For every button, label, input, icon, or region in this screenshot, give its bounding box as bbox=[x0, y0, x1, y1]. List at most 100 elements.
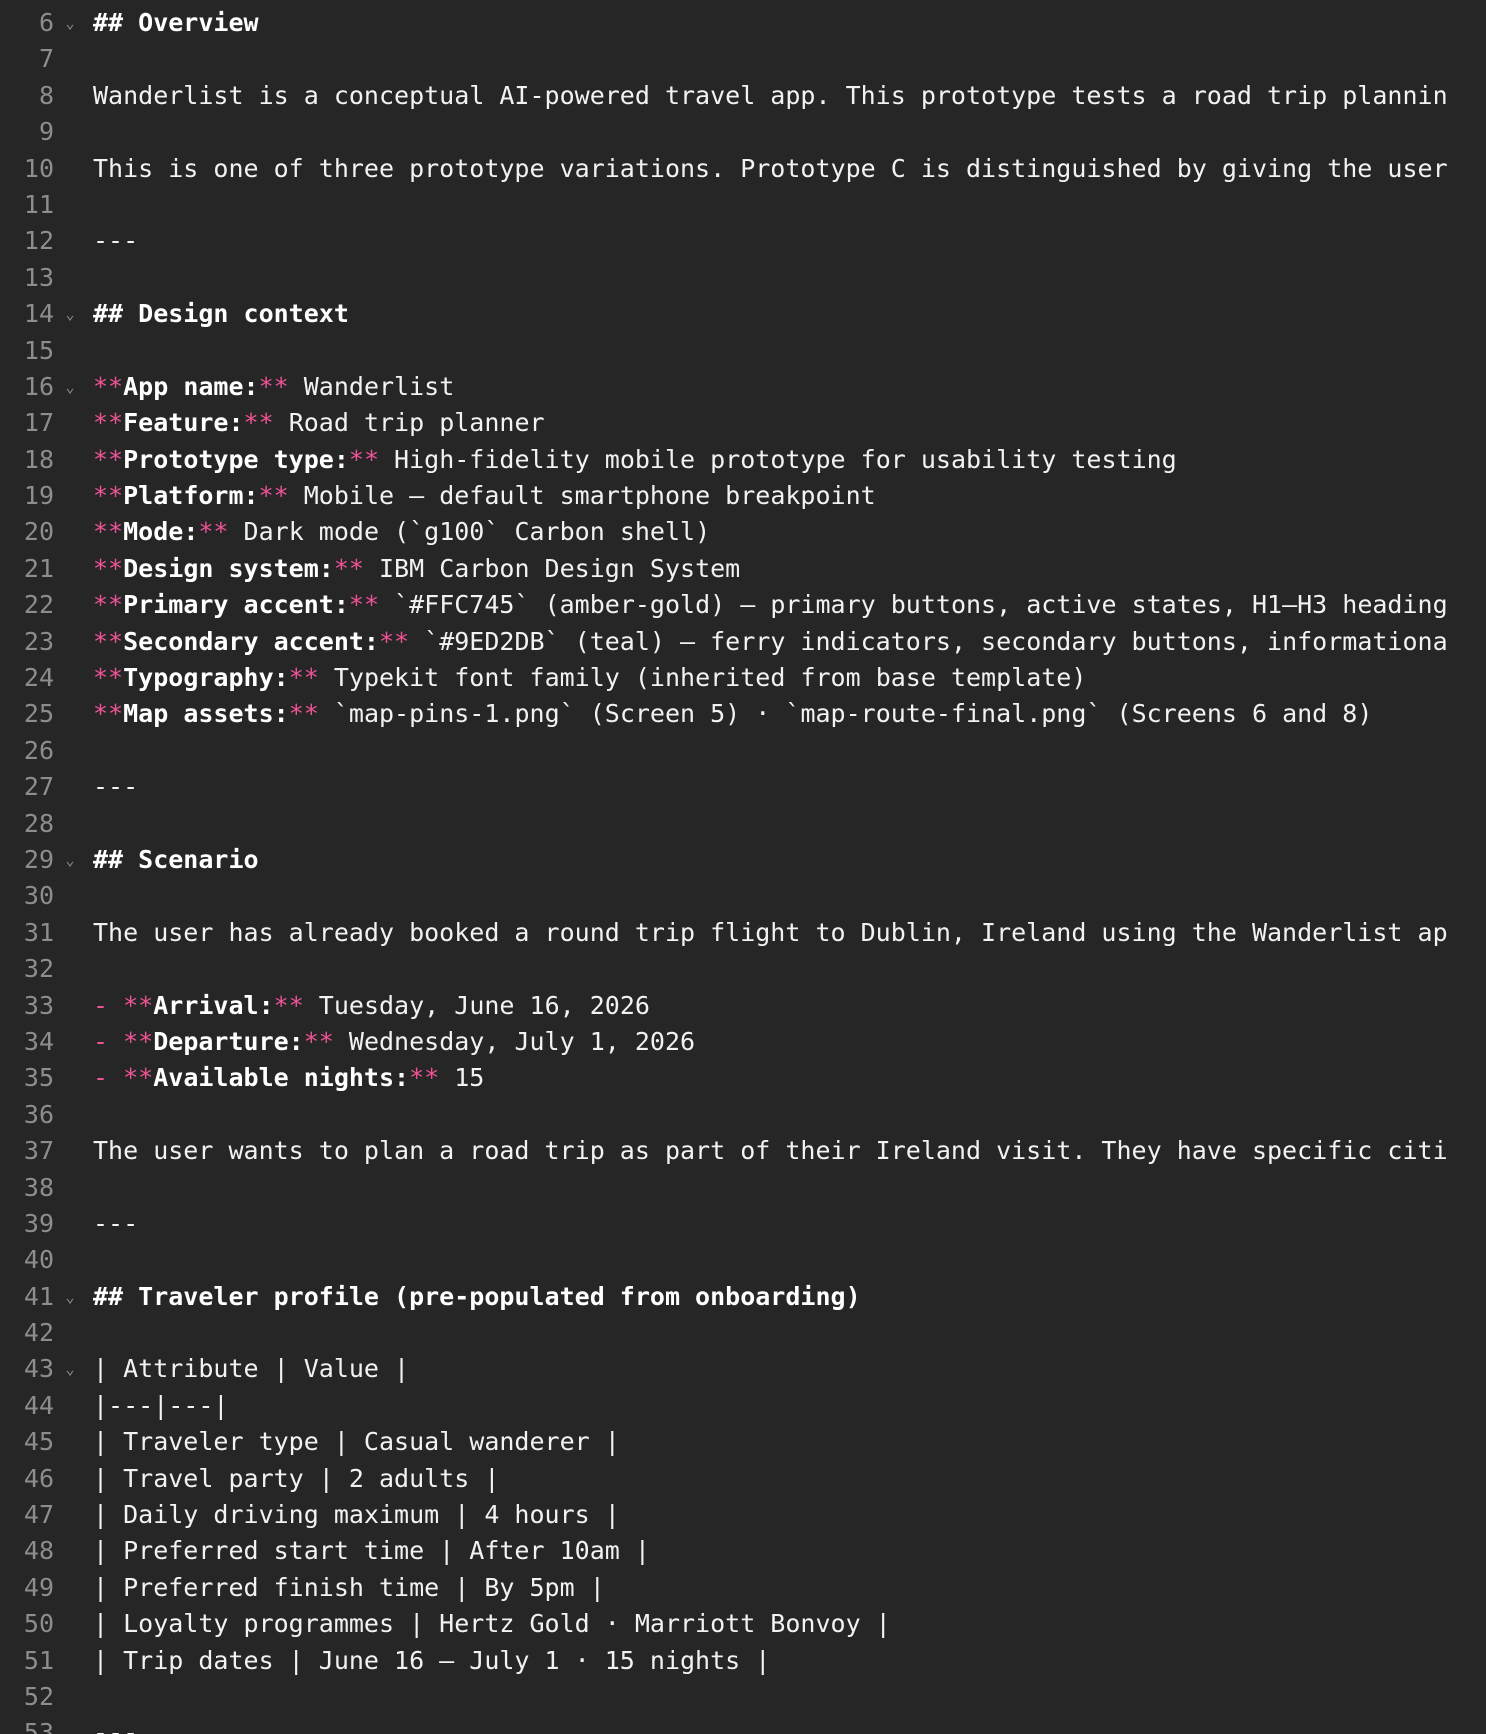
editor-line[interactable]: 37 The user wants to plan a road trip as … bbox=[0, 1133, 1486, 1169]
editor-line[interactable]: 44 |---|---| bbox=[0, 1388, 1486, 1424]
editor-line[interactable]: 33 - **Arrival:** Tuesday, June 16, 2026 bbox=[0, 988, 1486, 1024]
fold-chevron-down-icon[interactable]: ⌄ bbox=[60, 1279, 80, 1315]
fold-chevron-down-icon[interactable]: ⌄ bbox=[60, 296, 80, 332]
editor-line[interactable]: 38 bbox=[0, 1170, 1486, 1206]
plain-text: The user wants to plan a road trip as pa… bbox=[93, 1136, 1448, 1166]
editor-line[interactable]: 28 bbox=[0, 806, 1486, 842]
plain-text: This is one of three prototype variation… bbox=[93, 153, 1448, 183]
editor-line[interactable]: 23 **Secondary accent:** `#9ED2DB` (teal)… bbox=[0, 624, 1486, 660]
markdown-syntax: ** bbox=[243, 408, 274, 438]
plain-text: Wanderlist bbox=[288, 371, 455, 401]
editor-line[interactable]: 17 **Feature:** Road trip planner bbox=[0, 405, 1486, 441]
editor-line[interactable]: 53 --- bbox=[0, 1715, 1486, 1734]
plain-text: | Traveler type | Casual wanderer | bbox=[93, 1427, 620, 1457]
bold-text: Mode: bbox=[123, 517, 199, 547]
line-number: 17 bbox=[23, 408, 54, 438]
plain-text: | Daily driving maximum | 4 hours | bbox=[93, 1500, 620, 1530]
editor-line[interactable]: 25 **Map assets:** `map-pins-1.png` (Scre… bbox=[0, 696, 1486, 732]
editor-line[interactable]: 31 The user has already booked a round tr… bbox=[0, 915, 1486, 951]
editor-line[interactable]: 35 - **Available nights:** 15 bbox=[0, 1060, 1486, 1096]
line-content: ## Design context bbox=[93, 296, 1486, 332]
plain-text: Tuesday, June 16, 2026 bbox=[303, 990, 650, 1020]
line-content: **Prototype type:** High-fidelity mobile… bbox=[93, 442, 1486, 478]
editor-line[interactable]: 21 **Design system:** IBM Carbon Design S… bbox=[0, 551, 1486, 587]
bold-text: Primary accent: bbox=[123, 590, 349, 620]
editor-line[interactable]: 19 **Platform:** Mobile — default smartph… bbox=[0, 478, 1486, 514]
editor-line[interactable]: 45 | Traveler type | Casual wanderer | bbox=[0, 1424, 1486, 1460]
editor-line[interactable]: 22 **Primary accent:** `#FFC745` (amber-g… bbox=[0, 587, 1486, 623]
line-number: 40 bbox=[23, 1245, 54, 1275]
editor-line[interactable]: 46 | Travel party | 2 adults | bbox=[0, 1461, 1486, 1497]
plain-text: 15 bbox=[439, 1063, 485, 1093]
editor-line[interactable]: 18 **Prototype type:** High-fidelity mobi… bbox=[0, 442, 1486, 478]
editor-line[interactable]: 13 bbox=[0, 260, 1486, 296]
markdown-syntax: ** bbox=[348, 444, 379, 474]
fold-chevron-down-icon[interactable]: ⌄ bbox=[60, 842, 80, 878]
editor-line[interactable]: 34 - **Departure:** Wednesday, July 1, 20… bbox=[0, 1024, 1486, 1060]
editor-line[interactable]: 14 ⌄ ## Design context bbox=[0, 296, 1486, 332]
editor-line[interactable]: 24 **Typography:** Typekit font family (i… bbox=[0, 660, 1486, 696]
editor-line[interactable]: 41 ⌄ ## Traveler profile (pre-populated fr… bbox=[0, 1279, 1486, 1315]
line-number: 53 bbox=[23, 1718, 54, 1734]
fold-chevron-down-icon[interactable]: ⌄ bbox=[60, 5, 80, 41]
editor-line[interactable]: 15 bbox=[0, 333, 1486, 369]
line-content: ## Overview bbox=[93, 5, 1486, 41]
markdown-syntax: ** bbox=[93, 663, 124, 693]
editor-line[interactable]: 49 | Preferred finish time | By 5pm | bbox=[0, 1570, 1486, 1606]
editor-line[interactable]: 12 --- bbox=[0, 223, 1486, 259]
line-number: 32 bbox=[23, 954, 54, 984]
line-content: **Mode:** Dark mode (`g100` Carbon shell… bbox=[93, 514, 1486, 550]
line-number: 16 bbox=[23, 371, 54, 401]
editor-line[interactable]: 30 bbox=[0, 878, 1486, 914]
line-content: --- bbox=[93, 223, 1486, 259]
line-number: 8 bbox=[38, 80, 54, 110]
editor-line[interactable]: 11 bbox=[0, 187, 1486, 223]
editor-line[interactable]: 43 ⌄ | Attribute | Value | bbox=[0, 1351, 1486, 1387]
plain-text: Wanderlist is a conceptual AI-powered tr… bbox=[93, 80, 1448, 110]
line-number: 28 bbox=[23, 808, 54, 838]
markdown-editor[interactable]: 6 ⌄ ## Overview 7 8 Wanderlist is a conceptua… bbox=[0, 0, 1486, 1734]
editor-line[interactable]: 9 bbox=[0, 114, 1486, 150]
editor-line[interactable]: 26 bbox=[0, 733, 1486, 769]
plain-text: | Attribute | Value | bbox=[93, 1354, 410, 1384]
line-content: | Preferred start time | After 10am | bbox=[93, 1533, 1486, 1569]
editor-line[interactable]: 36 bbox=[0, 1097, 1486, 1133]
horizontal-rule: --- bbox=[93, 1208, 139, 1238]
editor-line[interactable]: 42 bbox=[0, 1315, 1486, 1351]
editor-line[interactable]: 47 | Daily driving maximum | 4 hours | bbox=[0, 1497, 1486, 1533]
bold-text: Departure: bbox=[153, 1026, 304, 1056]
editor-line[interactable]: 40 bbox=[0, 1242, 1486, 1278]
editor-line[interactable]: 32 bbox=[0, 951, 1486, 987]
markdown-heading: ## Traveler profile (pre-populated from … bbox=[93, 1281, 861, 1311]
bold-text: Arrival: bbox=[153, 990, 274, 1020]
editor-line[interactable]: 39 --- bbox=[0, 1206, 1486, 1242]
markdown-syntax: ** bbox=[198, 517, 229, 547]
editor-line[interactable]: 7 bbox=[0, 41, 1486, 77]
editor-line[interactable]: 50 | Loyalty programmes | Hertz Gold · Ma… bbox=[0, 1606, 1486, 1642]
editor-line[interactable]: 29 ⌄ ## Scenario bbox=[0, 842, 1486, 878]
bold-text: Prototype type: bbox=[123, 444, 349, 474]
line-number: 48 bbox=[23, 1536, 54, 1566]
editor-line[interactable]: 20 **Mode:** Dark mode (`g100` Carbon she… bbox=[0, 514, 1486, 550]
editor-line[interactable]: 48 | Preferred start time | After 10am | bbox=[0, 1533, 1486, 1569]
line-number: 18 bbox=[23, 444, 54, 474]
editor-line[interactable]: 6 ⌄ ## Overview bbox=[0, 5, 1486, 41]
line-number: 38 bbox=[23, 1172, 54, 1202]
plain-text: | Preferred start time | After 10am | bbox=[93, 1536, 650, 1566]
plain-text: Typekit font family (inherited from base… bbox=[318, 663, 1087, 693]
editor-line[interactable]: 51 | Trip dates | June 16 – July 1 · 15 n… bbox=[0, 1643, 1486, 1679]
editor-line[interactable]: 16 ⌄ **App name:** Wanderlist bbox=[0, 369, 1486, 405]
markdown-syntax: ** bbox=[378, 626, 410, 656]
fold-chevron-down-icon[interactable]: ⌄ bbox=[60, 1351, 80, 1387]
line-number: 30 bbox=[23, 881, 54, 911]
line-content: --- bbox=[93, 1206, 1486, 1242]
line-number: 36 bbox=[23, 1099, 54, 1129]
editor-line[interactable]: 8 Wanderlist is a conceptual AI-powered t… bbox=[0, 78, 1486, 114]
markdown-syntax: ** bbox=[333, 553, 364, 583]
editor-line[interactable]: 52 bbox=[0, 1679, 1486, 1715]
line-content: | Loyalty programmes | Hertz Gold · Marr… bbox=[93, 1606, 1486, 1642]
editor-line[interactable]: 10 This is one of three prototype variati… bbox=[0, 151, 1486, 187]
editor-line[interactable]: 27 --- bbox=[0, 769, 1486, 805]
markdown-heading: ## Design context bbox=[93, 299, 349, 329]
fold-chevron-down-icon[interactable]: ⌄ bbox=[60, 369, 80, 405]
